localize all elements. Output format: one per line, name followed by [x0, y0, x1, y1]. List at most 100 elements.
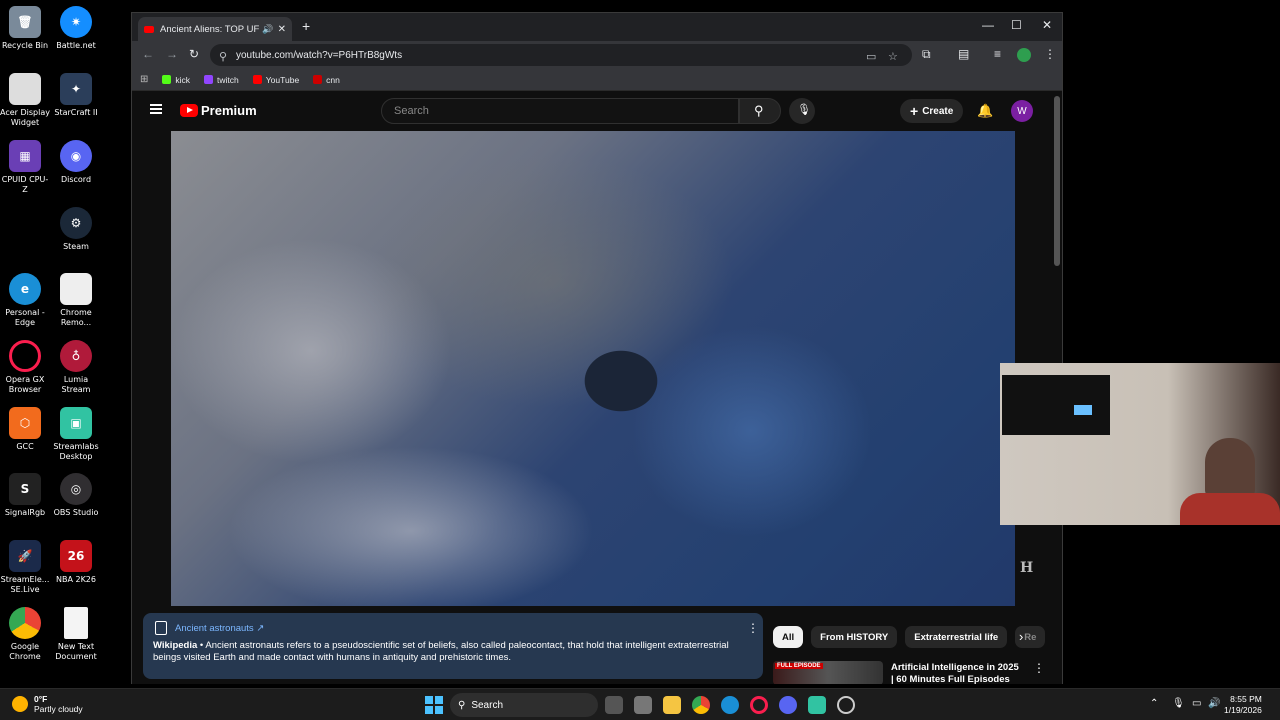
- youtube-icon: [252, 75, 262, 84]
- desktop-icon-lumia[interactable]: ♁ Lumia Stream: [51, 340, 101, 395]
- side-panel-icon[interactable]: ▤: [958, 47, 969, 61]
- microphone-tray-icon[interactable]: 🎙: [1172, 698, 1185, 709]
- bookmark-kick[interactable]: kick: [162, 75, 190, 85]
- cast-icon[interactable]: ▭: [866, 50, 876, 63]
- tab-active[interactable]: Ancient Aliens: TOP UFO M 🔊 ✕: [138, 17, 292, 41]
- reload-icon[interactable]: ↻: [189, 47, 199, 61]
- edge-icon: e: [9, 273, 41, 305]
- starcraft-icon: ✦: [60, 73, 92, 105]
- lumia-icon: ♁: [60, 340, 92, 372]
- desktop-icon-chrome-remote[interactable]: Chrome Remo...: [51, 273, 101, 328]
- chrome-icon: [9, 607, 41, 639]
- maximize-icon[interactable]: ☐: [1011, 18, 1022, 32]
- tab-close-icon[interactable]: ✕: [278, 24, 286, 35]
- avatar[interactable]: W: [1011, 100, 1033, 122]
- voice-search-button[interactable]: 🎙: [789, 98, 815, 124]
- network-icon[interactable]: ▭: [1192, 698, 1201, 709]
- info-panel: Ancient astronauts ↗ ⋮ Wikipedia • Ancie…: [143, 613, 763, 679]
- desktop-icon-starcraft[interactable]: ✦ StarCraft II: [51, 73, 101, 118]
- obs-taskbar-icon[interactable]: [837, 696, 855, 714]
- youtube-favicon-icon: [144, 25, 154, 33]
- desktop-icon-edge[interactable]: e Personal - Edge: [0, 273, 50, 328]
- tab-strip: Ancient Aliens: TOP UFO M 🔊 ✕ + — ☐ ✕: [132, 13, 1062, 41]
- history-watermark: H: [1020, 560, 1034, 576]
- bookmark-cnn[interactable]: cnn: [313, 75, 340, 85]
- forward-icon[interactable]: →: [166, 47, 178, 61]
- desktop-icon-recycle-bin[interactable]: 🗑 Recycle Bin: [0, 6, 50, 51]
- tray-overflow-icon[interactable]: ⌃: [1150, 698, 1158, 709]
- desktop-icon-acer[interactable]: Acer Display Widget: [0, 73, 50, 128]
- video-thumbnail[interactable]: FULL EPISODE: [773, 661, 883, 684]
- chrome-taskbar-icon[interactable]: [692, 696, 710, 714]
- desktop-icon-opera-gx[interactable]: Opera GX Browser: [0, 340, 50, 395]
- weather-widget[interactable]: 0°F Partly cloudy: [12, 694, 83, 714]
- discord-icon: ◉: [60, 140, 92, 172]
- task-view-icon[interactable]: [605, 696, 623, 714]
- close-window-icon[interactable]: ✕: [1042, 18, 1052, 32]
- video-title[interactable]: Artificial Intelligence in 2025 | 60 Min…: [891, 662, 1021, 684]
- desktop-icon-nba2k26[interactable]: 26 NBA 2K26: [51, 540, 101, 585]
- create-button[interactable]: + Create: [900, 99, 964, 123]
- taskbar: 0°F Partly cloudy ⚲ Search ⌃ 🎙 ▭ 🔊 8:55 PM…: [0, 688, 1280, 720]
- search-button[interactable]: ⚲: [739, 98, 781, 124]
- desktop-icon-battlenet[interactable]: ✷ Battle.net: [51, 6, 101, 51]
- hamburger-menu-icon[interactable]: [150, 104, 162, 114]
- bookmark-youtube[interactable]: YouTube: [252, 75, 299, 85]
- microphone-icon: 🎙: [797, 104, 811, 116]
- info-panel-title[interactable]: Ancient astronauts ↗: [175, 623, 264, 634]
- edge-taskbar-icon[interactable]: [721, 696, 739, 714]
- extensions-icon[interactable]: ⧉: [922, 47, 931, 62]
- url-text: youtube.com/watch?v=P6HTrB8gWts: [236, 49, 403, 61]
- desktop-icon-signalrgb[interactable]: S SignalRgb: [0, 473, 50, 518]
- chip-extraterrestrial-life[interactable]: Extraterrestrial life: [905, 626, 1008, 648]
- chip-from-history[interactable]: From HISTORY: [811, 626, 898, 648]
- clock[interactable]: 8:55 PM 1/19/2026: [1224, 694, 1262, 716]
- bookmark-star-icon[interactable]: ☆: [888, 50, 898, 63]
- start-windows-icon[interactable]: [425, 696, 443, 714]
- article-icon: [155, 621, 167, 635]
- bookmark-twitch[interactable]: twitch: [204, 75, 239, 85]
- video-player[interactable]: [171, 131, 1015, 606]
- chevron-right-icon[interactable]: ›: [1019, 629, 1023, 644]
- youtube-logo[interactable]: Premium: [180, 103, 257, 118]
- browser-window: Ancient Aliens: TOP UFO M 🔊 ✕ + — ☐ ✕ ← …: [131, 12, 1063, 684]
- desktop-icon-text-document[interactable]: New Text Document: [51, 607, 101, 662]
- desktop-icon-steam[interactable]: ⚙ Steam: [51, 207, 101, 252]
- opera-gx-taskbar-icon[interactable]: [750, 696, 768, 714]
- new-tab-icon[interactable]: +: [302, 18, 310, 34]
- desktop-icon-gcc[interactable]: ⬡ GCC: [0, 407, 50, 452]
- page-scrollbar[interactable]: [1054, 96, 1060, 266]
- search-input[interactable]: Search: [381, 98, 739, 124]
- notifications-bell-icon[interactable]: 🔔: [977, 103, 993, 119]
- desktop-icon-obs[interactable]: ◎ OBS Studio: [51, 473, 101, 518]
- full-episode-badge: FULL EPISODE: [775, 663, 823, 669]
- desktop-icon-chrome[interactable]: Google Chrome: [0, 607, 50, 662]
- desktop-icon-streamlabs[interactable]: ▣ Streamlabs Desktop: [51, 407, 101, 462]
- menu-kebab-icon[interactable]: ⋮: [1044, 47, 1056, 61]
- taskbar-search[interactable]: ⚲ Search: [450, 693, 598, 717]
- desktop-icon-streamelements[interactable]: 🚀 StreamEle... SE.Live: [0, 540, 50, 595]
- media-icon[interactable]: ≡: [994, 47, 1001, 61]
- back-icon[interactable]: ←: [142, 47, 154, 61]
- apps-grid-icon[interactable]: ⊞: [140, 74, 148, 85]
- site-info-icon[interactable]: ⚲: [219, 50, 227, 63]
- opera-gx-icon: [9, 340, 41, 372]
- volume-icon[interactable]: 🔊: [1208, 698, 1220, 709]
- address-bar[interactable]: ⚲ youtube.com/watch?v=P6HTrB8gWts ▭ ☆: [210, 44, 912, 66]
- chip-all[interactable]: All: [773, 626, 804, 648]
- obs-icon: ◎: [60, 473, 92, 505]
- minimize-icon[interactable]: —: [982, 18, 994, 32]
- search-icon: ⚲: [754, 103, 764, 118]
- speaker-icon[interactable]: 🔊: [262, 24, 273, 35]
- video-more-icon[interactable]: ⋮: [1033, 661, 1045, 675]
- file-explorer-icon[interactable]: [663, 696, 681, 714]
- bookmarks-bar: ⊞ kick twitch YouTube cnn: [132, 69, 1062, 91]
- streamlabs-taskbar-icon[interactable]: [808, 696, 826, 714]
- discord-taskbar-icon[interactable]: [779, 696, 797, 714]
- more-options-icon[interactable]: ⋮: [747, 621, 759, 635]
- desktop-icon-discord[interactable]: ◉ Discord: [51, 140, 101, 185]
- profile-icon[interactable]: [1017, 48, 1031, 62]
- recommended-video[interactable]: FULL EPISODE Artificial Intelligence in …: [773, 659, 1045, 684]
- widgets-icon[interactable]: [634, 696, 652, 714]
- desktop-icon-cpuz[interactable]: ▦ CPUID CPU-Z: [0, 140, 50, 195]
